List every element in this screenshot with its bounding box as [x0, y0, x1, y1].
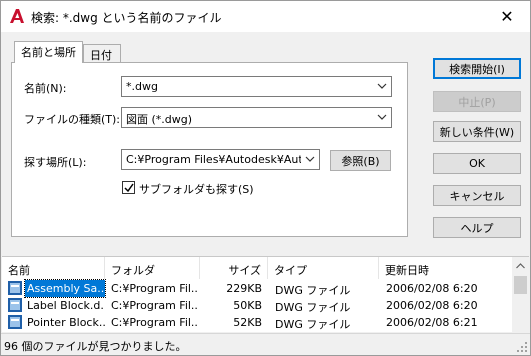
- tab-label: 日付: [90, 49, 112, 62]
- new-search-label: 新しい条件(W): [439, 125, 515, 139]
- help-button[interactable]: ヘルプ: [433, 217, 521, 238]
- folder-cell: C:¥Program Fil...: [111, 316, 199, 329]
- help-label: ヘルプ: [460, 221, 494, 235]
- autocad-logo-icon: [10, 9, 24, 23]
- size-cell: 229KB: [226, 282, 262, 295]
- status-text: 96 個のファイルが見つかりました。: [4, 340, 187, 353]
- scrollbar-thumb[interactable]: [514, 276, 527, 294]
- table-row[interactable]: Pointer Block... C:¥Program Fil... 52KB …: [2, 314, 507, 331]
- tab-date[interactable]: 日付: [83, 44, 121, 64]
- modified-cell: 2006/02/08 6:20: [386, 299, 478, 312]
- name-label: 名前(N):: [24, 82, 67, 95]
- chevron-down-icon: [377, 83, 387, 89]
- type-cell: DWG ファイル: [275, 318, 351, 331]
- include-subfolders-label: サブフォルダも探す(S): [139, 183, 254, 196]
- column-header-label: 更新日時: [385, 264, 429, 277]
- search-in-combobox[interactable]: C:¥Program Files¥Autodesk¥AutoC: [121, 149, 320, 170]
- find-dialog-window: 検索: *.dwg という名前のファイル ✕ 名前と場所 日付 名前(N): *…: [0, 0, 531, 356]
- close-button[interactable]: ✕: [484, 1, 530, 32]
- title-bar: 検索: *.dwg という名前のファイル ✕: [1, 1, 530, 32]
- column-header-name[interactable]: 名前: [2, 257, 105, 279]
- search-criteria-panel: 名前(N): *.dwg ファイルの種類(T): 図面 (*.dwg) 探す場所…: [11, 62, 408, 237]
- scroll-up-button[interactable]: [512, 257, 529, 274]
- tab-label: 名前と場所: [21, 46, 76, 59]
- column-header-label: フォルダ: [111, 264, 155, 277]
- dwg-file-icon: [8, 298, 22, 312]
- column-header-folder[interactable]: フォルダ: [105, 257, 200, 279]
- include-subfolders-checkbox[interactable]: [122, 181, 135, 194]
- chevron-down-icon: [305, 156, 315, 162]
- file-type-label: ファイルの種類(T):: [24, 113, 121, 126]
- file-type-combobox[interactable]: 図面 (*.dwg): [121, 107, 392, 128]
- dwg-file-icon: [8, 315, 22, 329]
- column-header-label: タイプ: [274, 264, 307, 277]
- type-cell: DWG ファイル: [275, 284, 351, 297]
- type-cell: DWG ファイル: [275, 301, 351, 314]
- file-type-value: 図面 (*.dwg): [126, 113, 193, 126]
- folder-cell: C:¥Program Fil...: [111, 282, 199, 295]
- tab-name-and-location[interactable]: 名前と場所: [14, 41, 83, 63]
- size-cell: 50KB: [233, 299, 262, 312]
- modified-cell: 2006/02/08 6:21: [386, 316, 478, 329]
- name-combobox[interactable]: *.dwg: [121, 76, 392, 97]
- column-header-label: サイズ: [228, 264, 261, 277]
- checkmark-icon: [124, 183, 134, 193]
- resize-grip-icon[interactable]: [516, 341, 528, 353]
- folder-cell: C:¥Program Fil...: [111, 299, 199, 312]
- name-value: *.dwg: [126, 80, 158, 93]
- table-row[interactable]: Label Block.d... C:¥Program Fil... 50KB …: [2, 297, 507, 314]
- table-row[interactable]: Assembly Sa... C:¥Program Fil... 229KB D…: [2, 279, 507, 298]
- search-in-label: 探す場所(L):: [24, 156, 87, 169]
- file-name-cell: Label Block.d...: [27, 299, 105, 312]
- search-in-value: C:¥Program Files¥Autodesk¥AutoC: [126, 153, 301, 166]
- ok-label: OK: [469, 157, 485, 170]
- dwg-file-icon: [8, 281, 22, 295]
- vertical-scrollbar[interactable]: [512, 257, 529, 333]
- close-icon: ✕: [500, 7, 514, 26]
- browse-label: 参照(B): [341, 154, 380, 168]
- cancel-label: キャンセル: [449, 189, 505, 203]
- find-now-button[interactable]: 検索開始(I): [433, 58, 521, 79]
- find-now-label: 検索開始(I): [449, 62, 505, 76]
- browse-button[interactable]: 参照(B): [330, 150, 391, 171]
- new-search-button[interactable]: 新しい条件(W): [433, 121, 521, 142]
- stop-label: 中止(P): [458, 95, 496, 109]
- stop-button: 中止(P): [433, 91, 521, 112]
- chevron-down-icon: [377, 114, 387, 120]
- column-header-label: 名前: [8, 264, 30, 277]
- ok-button[interactable]: OK: [433, 153, 521, 174]
- size-cell: 52KB: [233, 316, 262, 329]
- window-title: 検索: *.dwg という名前のファイル: [31, 11, 222, 25]
- column-header-size[interactable]: サイズ: [200, 257, 268, 279]
- column-header-type[interactable]: タイプ: [268, 257, 379, 279]
- file-name-cell: Pointer Block...: [27, 316, 105, 329]
- chevron-up-icon: [516, 262, 525, 268]
- column-header-modified[interactable]: 更新日時: [379, 257, 507, 279]
- cancel-button[interactable]: キャンセル: [433, 185, 521, 206]
- status-bar: 96 個のファイルが見つかりました。: [1, 333, 530, 355]
- results-list[interactable]: 名前 フォルダ サイズ タイプ 更新日時 Assembly Sa... C:¥P…: [2, 256, 529, 333]
- file-name-cell: Assembly Sa...: [24, 279, 106, 298]
- modified-cell: 2006/02/08 6:20: [386, 282, 478, 295]
